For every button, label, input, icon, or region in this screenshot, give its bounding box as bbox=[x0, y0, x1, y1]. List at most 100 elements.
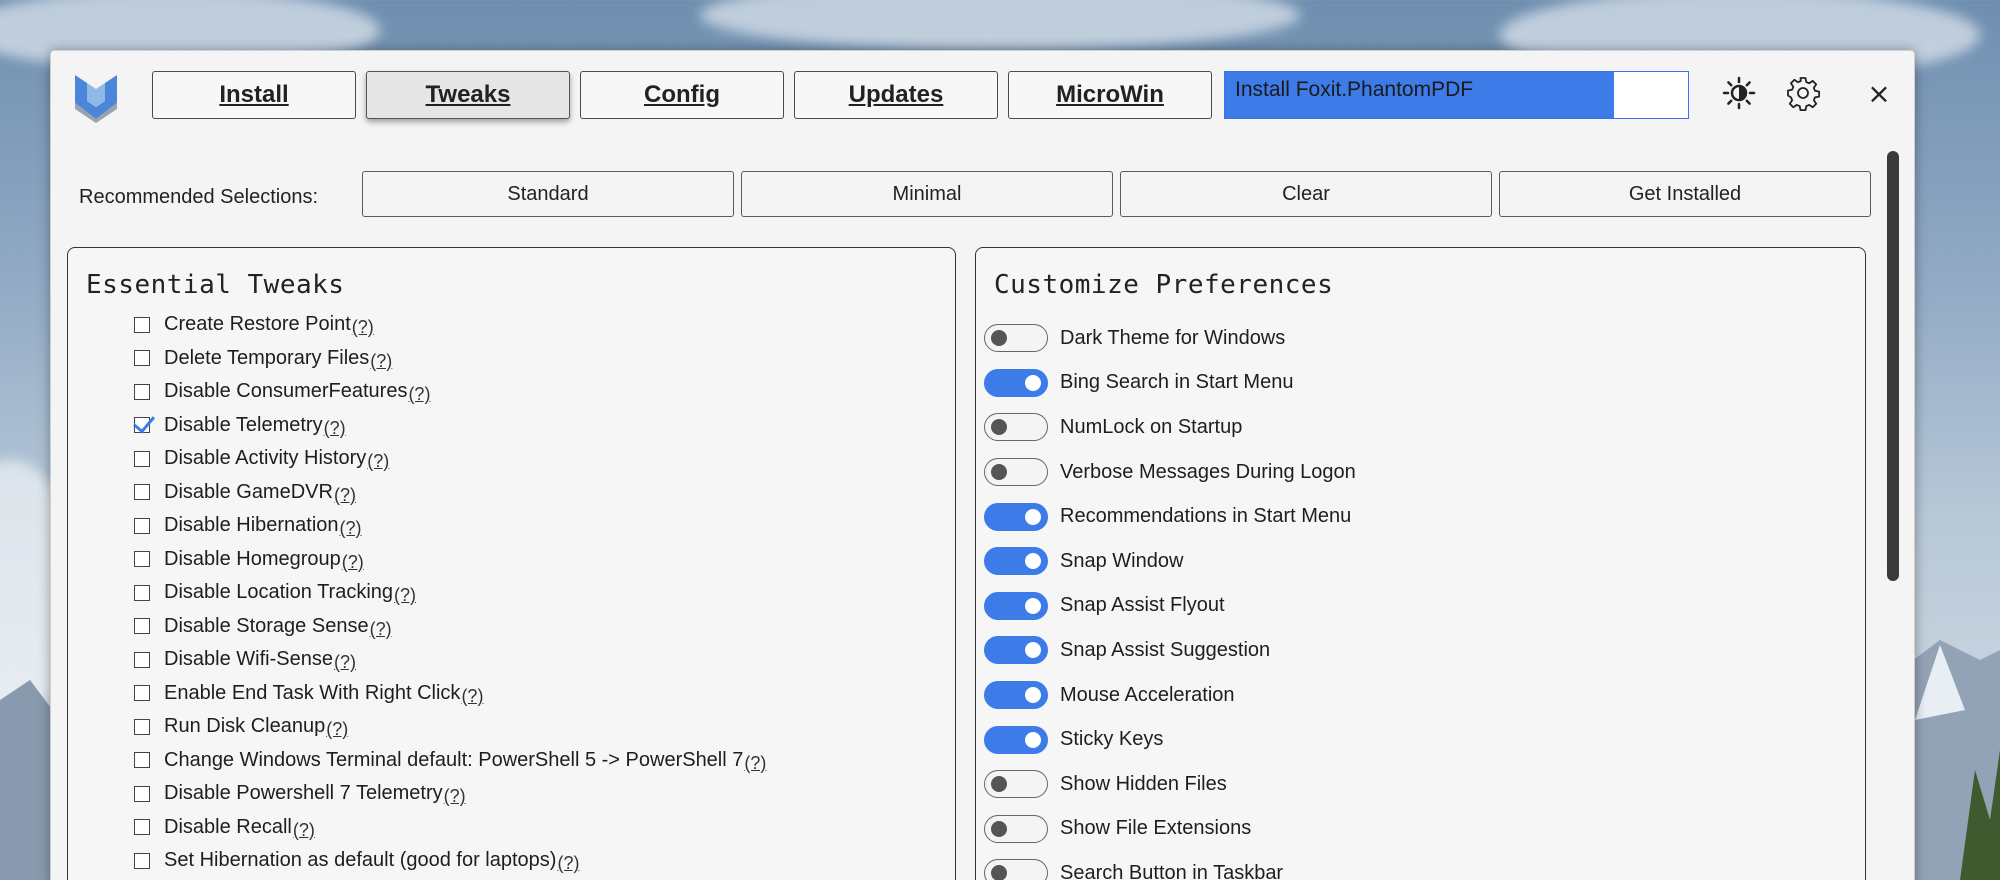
tweak-item[interactable]: Disable Storage Sense (?) bbox=[134, 610, 766, 644]
tweak-item[interactable]: Create Restore Point (?) bbox=[134, 308, 766, 342]
toggle-switch[interactable] bbox=[984, 458, 1048, 487]
recommended-selections-label: Recommended Selections: bbox=[79, 186, 319, 208]
help-link[interactable]: (?) bbox=[461, 686, 483, 707]
help-link[interactable]: (?) bbox=[394, 585, 416, 606]
tweak-item[interactable]: Disable Activity History (?) bbox=[134, 442, 766, 476]
tab-label: Config bbox=[644, 81, 720, 108]
tweak-label: Disable Homegroup bbox=[164, 547, 341, 570]
help-link[interactable]: (?) bbox=[293, 820, 315, 841]
tweak-item[interactable]: Delete Temporary Files (?) bbox=[134, 342, 766, 376]
preference-label: Snap Assist Flyout bbox=[1060, 594, 1225, 617]
theme-toggle-button[interactable] bbox=[1717, 71, 1761, 115]
minimal-button[interactable]: Minimal bbox=[741, 171, 1113, 217]
checkbox[interactable] bbox=[134, 316, 150, 333]
checkbox[interactable] bbox=[134, 819, 150, 836]
help-link[interactable]: (?) bbox=[557, 853, 579, 874]
tab-microwin[interactable]: MicroWin bbox=[1008, 71, 1212, 119]
checkbox[interactable] bbox=[134, 752, 150, 769]
checkbox[interactable] bbox=[134, 618, 150, 635]
tweak-item[interactable]: Disable Hibernation (?) bbox=[134, 509, 766, 543]
preference-item: Show File Extensions bbox=[984, 807, 1356, 852]
toggle-switch[interactable] bbox=[984, 636, 1048, 665]
toggle-switch[interactable] bbox=[984, 413, 1048, 442]
toggle-switch[interactable] bbox=[984, 547, 1048, 576]
essential-tweaks-title: Essential Tweaks bbox=[86, 270, 345, 300]
help-link[interactable]: (?) bbox=[744, 753, 766, 774]
help-link[interactable]: (?) bbox=[340, 518, 362, 539]
checkbox[interactable] bbox=[134, 718, 150, 735]
tweak-item[interactable]: Set Hibernation as default (good for lap… bbox=[134, 844, 766, 878]
help-link[interactable]: (?) bbox=[324, 418, 346, 439]
progress-label: Install Foxit.PhantomPDF bbox=[1235, 78, 1474, 101]
tweak-label: Run Disk Cleanup bbox=[164, 715, 326, 738]
standard-button[interactable]: Standard bbox=[362, 171, 734, 217]
settings-button[interactable] bbox=[1781, 71, 1825, 115]
tweak-item[interactable]: Disable Wifi-Sense (?) bbox=[134, 643, 766, 677]
preferences-list: Dark Theme for Windows Bing Search in Sta… bbox=[984, 316, 1356, 880]
tab-config[interactable]: Config bbox=[580, 71, 784, 119]
tweak-item[interactable]: Disable Location Tracking (?) bbox=[134, 576, 766, 610]
tweak-item[interactable]: Change Windows Terminal default: PowerSh… bbox=[134, 744, 766, 778]
preference-item: Bing Search in Start Menu bbox=[984, 361, 1356, 406]
tweak-label: Disable Powershell 7 Telemetry bbox=[164, 782, 443, 805]
help-link[interactable]: (?) bbox=[408, 384, 430, 405]
checkbox[interactable] bbox=[134, 383, 150, 400]
toggle-switch[interactable] bbox=[984, 681, 1048, 710]
tweak-item[interactable]: Disable Recall (?) bbox=[134, 811, 766, 845]
tweak-item[interactable]: Disable Telemetry (?) bbox=[134, 409, 766, 443]
tweak-item[interactable]: Enable End Task With Right Click (?) bbox=[134, 677, 766, 711]
help-link[interactable]: (?) bbox=[334, 652, 356, 673]
toggle-switch[interactable] bbox=[984, 814, 1048, 843]
help-link[interactable]: (?) bbox=[370, 351, 392, 372]
help-link[interactable]: (?) bbox=[444, 786, 466, 807]
checkbox[interactable] bbox=[134, 551, 150, 568]
tweak-item[interactable]: Disable ConsumerFeatures (?) bbox=[134, 375, 766, 409]
get-installed-button[interactable]: Get Installed bbox=[1499, 171, 1871, 217]
help-link[interactable]: (?) bbox=[367, 451, 389, 472]
tweak-item[interactable]: Run Disk Cleanup (?) bbox=[134, 710, 766, 744]
close-button[interactable]: × bbox=[1857, 71, 1901, 115]
checkbox[interactable] bbox=[134, 517, 150, 534]
tweak-label: Disable Telemetry bbox=[164, 413, 323, 436]
tweak-label: Change Windows Terminal default: PowerSh… bbox=[164, 748, 744, 771]
help-link[interactable]: (?) bbox=[334, 485, 356, 506]
tweak-label: Disable Storage Sense bbox=[164, 614, 369, 637]
tweak-item[interactable]: Disable Homegroup (?) bbox=[134, 543, 766, 577]
preference-item: Dark Theme for Windows bbox=[984, 316, 1356, 361]
checkbox[interactable] bbox=[134, 350, 150, 367]
gear-icon bbox=[1787, 77, 1820, 111]
help-link[interactable]: (?) bbox=[342, 552, 364, 573]
tweak-label: Disable GameDVR bbox=[164, 480, 333, 503]
top-bar: Install Tweaks Config Updates MicroWin I… bbox=[51, 51, 1914, 143]
toggle-switch[interactable] bbox=[984, 725, 1048, 754]
checkbox[interactable] bbox=[134, 651, 150, 668]
scrollbar[interactable] bbox=[1887, 151, 1899, 581]
checkbox[interactable] bbox=[134, 785, 150, 802]
help-link[interactable]: (?) bbox=[370, 619, 392, 640]
toggle-switch[interactable] bbox=[984, 770, 1048, 799]
checkbox[interactable] bbox=[134, 417, 150, 434]
essential-tweaks-list: Create Restore Point (?) Delete Temporary … bbox=[134, 308, 766, 878]
toggle-switch[interactable] bbox=[984, 859, 1048, 880]
tweak-item[interactable]: Disable GameDVR (?) bbox=[134, 476, 766, 510]
toggle-switch[interactable] bbox=[984, 368, 1048, 397]
toggle-switch[interactable] bbox=[984, 324, 1048, 353]
tab-tweaks[interactable]: Tweaks bbox=[366, 71, 570, 119]
help-link[interactable]: (?) bbox=[352, 317, 374, 338]
preference-item: Show Hidden Files bbox=[984, 762, 1356, 807]
preference-item: Search Button in Taskbar bbox=[984, 851, 1356, 880]
clear-button[interactable]: Clear bbox=[1120, 171, 1492, 217]
checkbox[interactable] bbox=[134, 484, 150, 501]
help-link[interactable]: (?) bbox=[326, 719, 348, 740]
preference-label: NumLock on Startup bbox=[1060, 415, 1243, 438]
tweak-item[interactable]: Disable Powershell 7 Telemetry (?) bbox=[134, 777, 766, 811]
checkbox[interactable] bbox=[134, 450, 150, 467]
toggle-switch[interactable] bbox=[984, 502, 1048, 531]
tab-install[interactable]: Install bbox=[152, 71, 356, 119]
checkbox[interactable] bbox=[134, 685, 150, 702]
toggle-switch[interactable] bbox=[984, 591, 1048, 620]
checkbox[interactable] bbox=[134, 852, 150, 869]
checkbox[interactable] bbox=[134, 584, 150, 601]
tab-updates[interactable]: Updates bbox=[794, 71, 998, 119]
tweak-label: Disable Recall bbox=[164, 815, 292, 838]
